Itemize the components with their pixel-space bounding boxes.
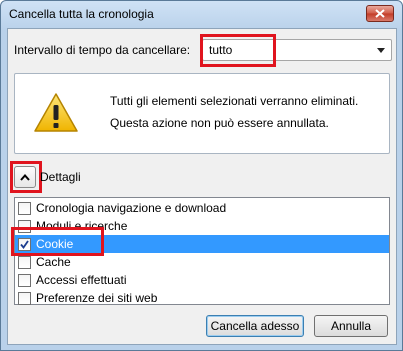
highlight-time-range bbox=[200, 34, 276, 67]
warning-icon bbox=[34, 93, 78, 132]
checkbox[interactable] bbox=[18, 274, 31, 287]
dialog-content: Intervallo di tempo da cancellare: tutto… bbox=[7, 28, 397, 345]
cancel-button[interactable]: Annulla bbox=[314, 315, 388, 337]
list-item[interactable]: Accessi effettuati bbox=[15, 271, 389, 289]
close-icon bbox=[375, 9, 385, 18]
dialog-window: Cancella tutta la cronologia Intervallo … bbox=[0, 0, 403, 351]
list-item[interactable]: Preferenze dei siti web bbox=[15, 289, 389, 307]
details-label: Dettagli bbox=[40, 170, 81, 184]
warning-panel: Tutti gli elementi selezionati verranno … bbox=[14, 73, 390, 154]
warning-text-line-2: Questa azione non può essere annullata. bbox=[110, 116, 329, 130]
list-item[interactable]: Cronologia navigazione e download bbox=[15, 199, 389, 217]
list-item-label: Cache bbox=[36, 255, 71, 269]
window-title: Cancella tutta la cronologia bbox=[9, 7, 154, 21]
checkbox[interactable] bbox=[18, 202, 31, 215]
close-button[interactable] bbox=[366, 5, 394, 22]
warning-text-line-1: Tutti gli elementi selezionati verranno … bbox=[110, 94, 359, 108]
checkbox[interactable] bbox=[18, 292, 31, 305]
title-bar: Cancella tutta la cronologia bbox=[1, 1, 402, 28]
list-item-label: Cronologia navigazione e download bbox=[36, 201, 227, 215]
highlight-cookie-item bbox=[11, 227, 104, 256]
highlight-details-toggle bbox=[10, 161, 42, 193]
list-item-label: Accessi effettuati bbox=[36, 273, 127, 287]
chevron-down-icon bbox=[377, 48, 385, 53]
clear-now-button[interactable]: Cancella adesso bbox=[206, 315, 304, 337]
checkbox[interactable] bbox=[18, 256, 31, 269]
time-range-label: Intervallo di tempo da cancellare: bbox=[14, 43, 191, 57]
list-item-label: Preferenze dei siti web bbox=[36, 291, 158, 305]
